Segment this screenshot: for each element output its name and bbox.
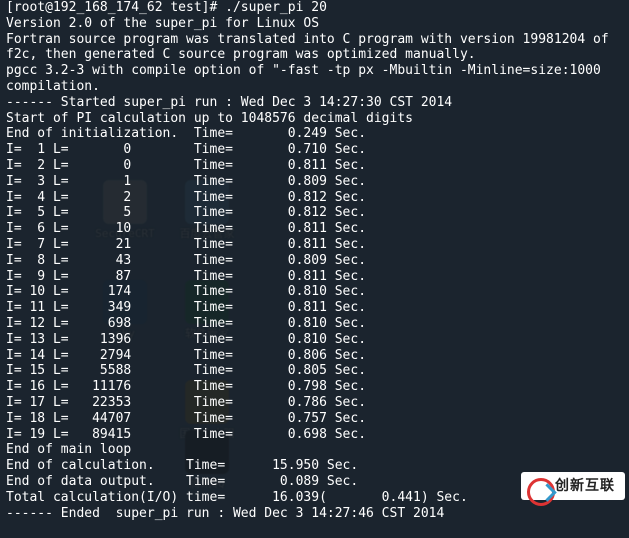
terminal-line: f2c, then generated C source program was… [6,47,623,63]
terminal-line: I= 1 L= 0 Time= 0.710 Sec. [6,142,623,158]
terminal-line: compilation. [6,79,623,95]
terminal-line: I= 10 L= 174 Time= 0.810 Sec. [6,284,623,300]
terminal-line: I= 6 L= 10 Time= 0.811 Sec. [6,221,623,237]
terminal-line: Start of PI calculation up to 1048576 de… [6,111,623,127]
terminal[interactable]: [root@192_168_174_62 test]# ./super_pi 2… [0,0,629,538]
terminal-line: pgcc 3.2-3 with compile option of "-fast… [6,63,623,79]
terminal-line: I= 7 L= 21 Time= 0.811 Sec. [6,237,623,253]
terminal-line: End of initialization. Time= 0.249 Sec. [6,126,623,142]
terminal-line: Version 2.0 of the super_pi for Linux OS [6,16,623,32]
terminal-line: I= 13 L= 1396 Time= 0.810 Sec. [6,332,623,348]
terminal-line: I= 4 L= 2 Time= 0.812 Sec. [6,190,623,206]
terminal-line: I= 17 L= 22353 Time= 0.786 Sec. [6,395,623,411]
terminal-line: I= 8 L= 43 Time= 0.809 Sec. [6,253,623,269]
terminal-line: Fortran source program was translated in… [6,32,623,48]
terminal-line: I= 19 L= 89415 Time= 0.698 Sec. [6,427,623,443]
terminal-line: I= 12 L= 698 Time= 0.810 Sec. [6,316,623,332]
terminal-line: I= 18 L= 44707 Time= 0.757 Sec. [6,411,623,427]
terminal-line: I= 2 L= 0 Time= 0.811 Sec. [6,158,623,174]
terminal-line: I= 11 L= 349 Time= 0.811 Sec. [6,300,623,316]
terminal-line: I= 9 L= 87 Time= 0.811 Sec. [6,269,623,285]
terminal-line: I= 5 L= 5 Time= 0.812 Sec. [6,205,623,221]
terminal-line: I= 3 L= 1 Time= 0.809 Sec. [6,174,623,190]
terminal-line: ------ Started super_pi run : Wed Dec 3 … [6,95,623,111]
terminal-line: I= 16 L= 11176 Time= 0.798 Sec. [6,379,623,395]
terminal-line: End of main loop [6,442,623,458]
watermark-logo: 创新互联 [521,472,625,500]
terminal-line: I= 15 L= 5588 Time= 0.805 Sec. [6,363,623,379]
terminal-line: I= 14 L= 2794 Time= 0.806 Sec. [6,348,623,364]
terminal-line: ------ Ended super_pi run : Wed Dec 3 14… [6,506,623,522]
prompt-line: [root@192_168_174_62 test]# ./super_pi 2… [6,0,623,16]
